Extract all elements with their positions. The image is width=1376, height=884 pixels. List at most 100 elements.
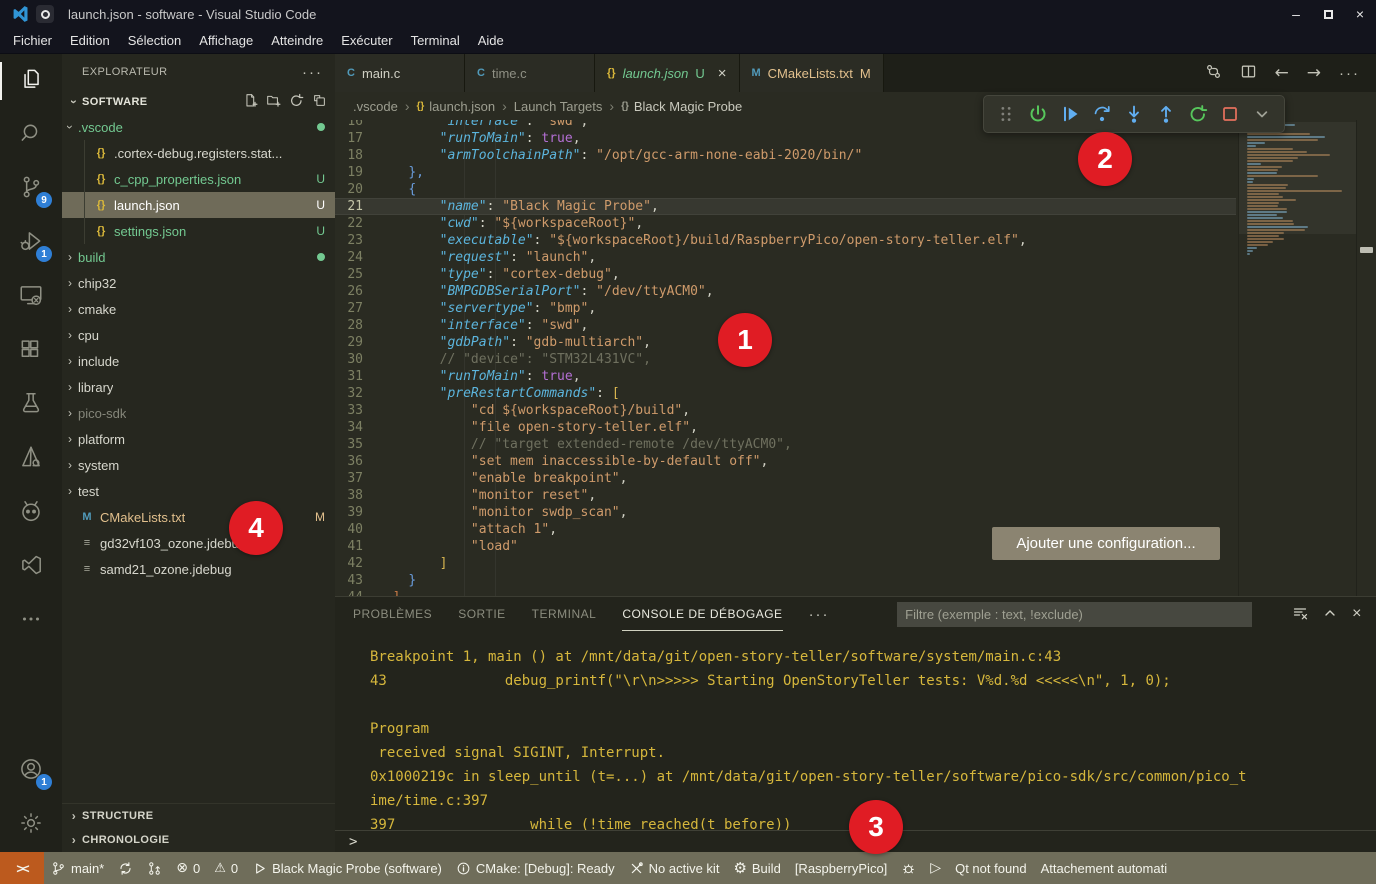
tree-item-gd32vf103-ozone-jdebug[interactable]: ≡gd32vf103_ozone.jdebug: [62, 530, 335, 556]
minimap[interactable]: [1238, 120, 1356, 596]
statusbar-item-main[interactable]: main*: [44, 852, 111, 884]
tree-item-system[interactable]: ›system: [62, 452, 335, 478]
activity-item-settings[interactable]: [0, 798, 62, 852]
tree-item-chip32[interactable]: ›chip32: [62, 270, 335, 296]
tab-cmakelists-txt[interactable]: MCMakeLists.txtM: [740, 54, 884, 92]
statusbar-item-bug[interactable]: [894, 852, 923, 884]
section-software[interactable]: › SOFTWARE: [62, 90, 335, 114]
restart-button[interactable]: [1184, 100, 1212, 128]
activity-item-vs-logo[interactable]: [0, 540, 62, 594]
tab-time-c[interactable]: Ctime.c: [465, 54, 595, 92]
close-panel-icon[interactable]: ×: [1352, 605, 1362, 623]
tree-item-cmake[interactable]: ›cmake: [62, 296, 335, 322]
tree-item-cmakelists-txt[interactable]: MCMakeLists.txtM: [62, 504, 335, 530]
panel-tab-sortie[interactable]: SORTIE: [458, 597, 505, 631]
menu-item-s-lection[interactable]: Sélection: [119, 30, 190, 51]
tree-item-cpu[interactable]: ›cpu: [62, 322, 335, 348]
collapse-all-icon[interactable]: [312, 93, 327, 111]
breadcrumb-item-launch-targets[interactable]: Launch Targets: [514, 99, 603, 114]
close-button[interactable]: ×: [1344, 0, 1376, 28]
tree-item-launch-json[interactable]: {}launch.jsonU: [62, 192, 335, 218]
scrollbar-handle[interactable]: [1360, 247, 1373, 253]
breadcrumb-item-black-magic-probe[interactable]: {}Black Magic Probe: [621, 99, 742, 114]
tab-main-c[interactable]: Cmain.c: [335, 54, 465, 92]
panel-tab-console-de-d-bogage[interactable]: CONSOLE DE DÉBOGAGE: [622, 597, 782, 631]
add-configuration-button[interactable]: Ajouter une configuration...: [992, 527, 1220, 560]
activity-item-search[interactable]: [0, 108, 62, 162]
tree-item-pico-sdk[interactable]: ›pico-sdk: [62, 400, 335, 426]
statusbar-item-cmake-debug-ready[interactable]: CMake: [Debug]: Ready: [449, 852, 622, 884]
new-file-icon[interactable]: [243, 93, 258, 111]
tree-item-settings-json[interactable]: {}settings.jsonU: [62, 218, 335, 244]
refresh-icon[interactable]: [289, 93, 304, 111]
statusbar-item-branch2[interactable]: [140, 852, 169, 884]
menu-item-fichier[interactable]: Fichier: [4, 30, 61, 51]
back-icon[interactable]: ←: [1275, 63, 1289, 83]
tree-item-vscode[interactable]: ›.vscode: [62, 114, 335, 140]
activity-item-remote-explorer[interactable]: [0, 270, 62, 324]
activity-item-platformio[interactable]: [0, 486, 62, 540]
compare-changes-icon[interactable]: [1205, 63, 1222, 84]
section-structure[interactable]: › STRUCTURE: [62, 804, 335, 828]
statusbar-item-no-active-kit[interactable]: No active kit: [622, 852, 727, 884]
menu-item-ex-cuter[interactable]: Exécuter: [332, 30, 401, 51]
panel-tab-probl-mes[interactable]: PROBLÈMES: [353, 597, 432, 631]
stop-button[interactable]: [1216, 100, 1244, 128]
panel-tab-terminal[interactable]: TERMINAL: [532, 597, 597, 631]
tree-item-build[interactable]: ›build: [62, 244, 335, 270]
activity-item-run-debug[interactable]: 1: [0, 216, 62, 270]
tree-item-library[interactable]: ›library: [62, 374, 335, 400]
statusbar-item-build[interactable]: ⚙Build: [726, 852, 787, 884]
activity-item-source-control[interactable]: 9: [0, 162, 62, 216]
breadcrumb-item-launch-json[interactable]: {}launch.json: [416, 99, 495, 114]
activity-item-account[interactable]: 1: [0, 744, 62, 798]
tree-item-platform[interactable]: ›platform: [62, 426, 335, 452]
maximize-button[interactable]: [1312, 0, 1344, 28]
continue-button[interactable]: [1056, 100, 1084, 128]
activity-item-explorer[interactable]: [0, 54, 62, 108]
menu-item-terminal[interactable]: Terminal: [402, 30, 469, 51]
menu-item-aide[interactable]: Aide: [469, 30, 513, 51]
tree-item-test[interactable]: ›test: [62, 478, 335, 504]
step-over-button[interactable]: [1088, 100, 1116, 128]
panel-more-icon[interactable]: ···: [809, 606, 830, 623]
power-button[interactable]: [1024, 100, 1052, 128]
split-editor-icon[interactable]: [1240, 63, 1257, 84]
statusbar-item-black-magic-probe-software[interactable]: Black Magic Probe (software): [245, 852, 449, 884]
activity-item-test-beaker[interactable]: [0, 378, 62, 432]
remote-indicator[interactable]: ><: [0, 852, 44, 884]
statusbar-item-0[interactable]: ⚠0: [207, 852, 245, 884]
menu-item-atteindre[interactable]: Atteindre: [262, 30, 332, 51]
tab-launch-json[interactable]: {}launch.jsonU×: [595, 54, 740, 92]
activity-item-cmake[interactable]: [0, 432, 62, 486]
statusbar-item-play[interactable]: ▷: [923, 852, 948, 884]
tree-item-c-cpp-properties-json[interactable]: {}c_cpp_properties.jsonU: [62, 166, 335, 192]
new-folder-icon[interactable]: [266, 93, 281, 111]
clear-console-icon[interactable]: [1292, 605, 1308, 624]
breadcrumb-item-vscode[interactable]: .vscode: [353, 99, 398, 114]
sidebar-more-icon[interactable]: ···: [302, 64, 323, 81]
tree-item-samd21-ozone-jdebug[interactable]: ≡samd21_ozone.jdebug: [62, 556, 335, 582]
menu-item-edition[interactable]: Edition: [61, 30, 119, 51]
statusbar-item-0[interactable]: ⊗0: [169, 852, 207, 884]
statusbar-item-sync[interactable]: [111, 852, 140, 884]
code-editor[interactable]: 16 "interface": "swd",17 "runToMain": tr…: [335, 120, 1376, 596]
close-icon[interactable]: ×: [718, 65, 727, 82]
activity-item-extensions[interactable]: [0, 324, 62, 378]
minimize-button[interactable]: –: [1280, 0, 1312, 28]
maximize-panel-icon[interactable]: [1322, 605, 1338, 624]
statusbar-item-raspberrypico[interactable]: [RaspberryPico]: [788, 852, 894, 884]
step-out-button[interactable]: [1152, 100, 1180, 128]
statusbar-item-attachement-automati[interactable]: Attachement automati: [1034, 852, 1174, 884]
tree-item-include[interactable]: ›include: [62, 348, 335, 374]
tree-item-cortex-debug-registers-stat[interactable]: {}.cortex-debug.registers.stat...: [62, 140, 335, 166]
chevron-down-button[interactable]: [1248, 100, 1276, 128]
statusbar-item-qt-not-found[interactable]: Qt not found: [948, 852, 1034, 884]
menu-item-affichage[interactable]: Affichage: [190, 30, 262, 51]
forward-icon[interactable]: →: [1307, 63, 1321, 83]
more-icon[interactable]: ···: [1339, 65, 1360, 82]
section-chronologie[interactable]: › CHRONOLOGIE: [62, 828, 335, 852]
editor-scrollbar[interactable]: [1356, 120, 1376, 596]
activity-item-more[interactable]: [0, 594, 62, 648]
step-into-button[interactable]: [1120, 100, 1148, 128]
